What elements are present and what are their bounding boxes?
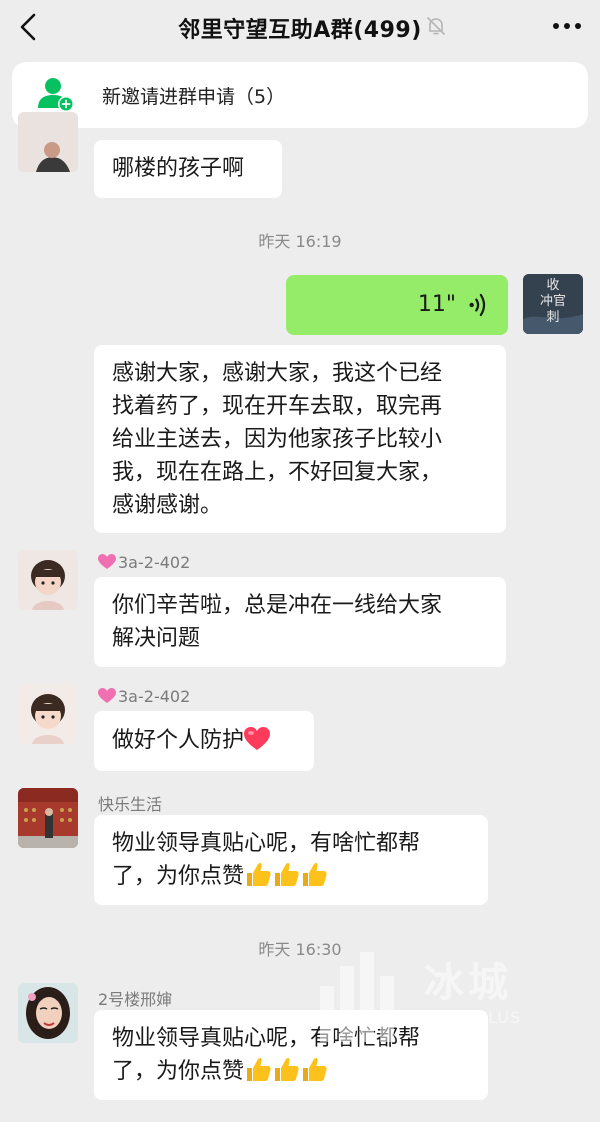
avatar-image [18,684,78,744]
avatar-image [18,788,78,848]
message-text-line: 感谢大家，感谢大家，我这个已经 [112,361,443,386]
chat-title: 邻里守望互助A群(499) [178,18,422,43]
sender-nickname: 3a-2-402 [98,687,190,706]
message-text-line: 物业领导真贴心呢，有啥忙都帮 [112,831,421,856]
message-bubble: 做好个人防护 [94,711,314,771]
message-text-line: 你们辛苦啦，总是冲在一线给大家 [112,593,443,618]
avatar-image [18,983,78,1043]
message-bubble: 感谢大家，感谢大家，我这个已经 找着药了，现在开车去取，取完再 给业主送去，因为… [94,345,506,533]
watermark-logo: 冰城 CITY PLUS [314,946,584,1046]
self-avatar[interactable]: 收 冲官 刺 [523,274,583,334]
message-bubble: 哪楼的孩子啊 [94,140,282,198]
message-text-line: 感谢感谢。 [112,493,223,518]
pink-heart-icon [98,688,116,703]
message-bubble: 物业领导真贴心呢，有啥忙都帮 了，为你点赞 [94,815,488,905]
sender-nickname: 3a-2-402 [98,553,190,572]
voice-wave-icon [469,293,486,317]
avatar-image [18,112,78,172]
message-text-line: 找着药了，现在开车去取，取完再 [112,394,443,419]
message-text: 哪楼的孩子啊 [112,156,245,181]
avatar[interactable] [18,684,78,744]
avatar[interactable] [18,112,78,172]
voice-duration: 11" [417,292,456,317]
message-text-line: 给业主送去，因为他家孩子比较小 [112,427,443,452]
message-text-line: 解决问题 [112,626,201,651]
message-text-line: 我，现在在路上，不好回复大家， [112,460,443,485]
sender-nickname: 2号楼邢婶 [98,990,173,1009]
top-bar: 邻里守望互助A群(499) [0,0,600,56]
thumbs-up-emoji-icon [303,862,327,886]
thumbs-up-emoji-icon [275,1057,299,1081]
message-text-line: 了，为你点赞 [112,860,470,893]
red-heart-emoji-icon [244,727,271,750]
join-request-banner[interactable]: 新邀请进群申请（5） [12,62,588,128]
pink-heart-icon [98,554,116,569]
avatar[interactable] [18,983,78,1043]
timestamp: 昨天 16:19 [258,232,342,251]
thumbs-up-emoji-icon [247,862,271,886]
avatar-calligraphy: 收 冲官 刺 [539,278,566,325]
thumbs-up-emoji-icon [303,1057,327,1081]
sender-nickname: 快乐生活 [98,795,163,814]
avatar-image [18,550,78,610]
voice-message-bubble[interactable]: 11" [286,275,508,335]
watermark-subtext: CITY PLUS [432,1008,522,1027]
banner-text: 新邀请进群申请（5） [102,86,286,108]
more-dots-icon[interactable] [550,14,584,38]
message-bubble: 你们辛苦啦，总是冲在一线给大家 解决问题 [94,577,506,667]
thumbs-up-emoji-icon [247,1057,271,1081]
bell-off-icon [427,17,445,35]
watermark-text: 冰城 [424,960,512,1006]
watermark-building-icon [320,952,394,1042]
avatar[interactable] [18,550,78,610]
message-text-line: 了，为你点赞 [112,1055,470,1088]
add-user-icon [38,78,74,112]
avatar[interactable] [18,788,78,848]
message-text: 做好个人防护 [112,724,296,757]
thumbs-up-emoji-icon [275,862,299,886]
